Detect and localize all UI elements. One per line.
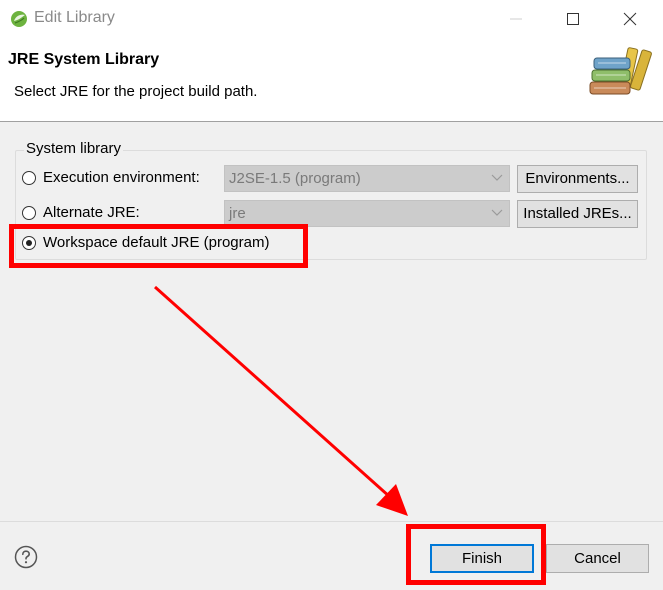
page-description: Select JRE for the project build path. <box>14 83 258 100</box>
highlight-box-workspace <box>9 224 308 268</box>
combo-value: jre <box>229 205 246 222</box>
radio-label: Alternate JRE: <box>43 204 140 221</box>
radio-label: Execution environment: <box>43 169 200 186</box>
footer-divider <box>0 521 663 522</box>
title-bar: Edit Library <box>0 0 663 38</box>
cancel-button[interactable]: Cancel <box>546 544 649 573</box>
alternate-jre-combo: jre <box>224 200 510 227</box>
maximize-button[interactable] <box>550 0 596 38</box>
group-label: System library <box>24 140 124 157</box>
close-icon <box>623 12 637 26</box>
chevron-down-icon <box>491 209 503 216</box>
dialog-header: JRE System Library Select JRE for the pr… <box>0 38 663 122</box>
window-title: Edit Library <box>34 9 115 26</box>
highlight-box-finish <box>406 524 546 585</box>
minimize-icon <box>510 18 522 20</box>
environments-button[interactable]: Environments... <box>517 165 638 193</box>
chevron-down-icon <box>491 174 503 181</box>
combo-value: J2SE-1.5 (program) <box>229 170 361 187</box>
close-button[interactable] <box>607 0 653 38</box>
page-title: JRE System Library <box>8 51 160 68</box>
minimize-button[interactable] <box>493 0 539 38</box>
radio-button[interactable] <box>22 206 36 220</box>
maximize-icon <box>567 13 579 25</box>
installed-jres-button[interactable]: Installed JREs... <box>517 200 638 228</box>
eclipse-app-icon <box>11 11 27 27</box>
help-icon[interactable] <box>14 545 38 569</box>
radio-button[interactable] <box>22 171 36 185</box>
library-books-icon <box>589 47 652 95</box>
execution-environment-combo: J2SE-1.5 (program) <box>224 165 510 192</box>
